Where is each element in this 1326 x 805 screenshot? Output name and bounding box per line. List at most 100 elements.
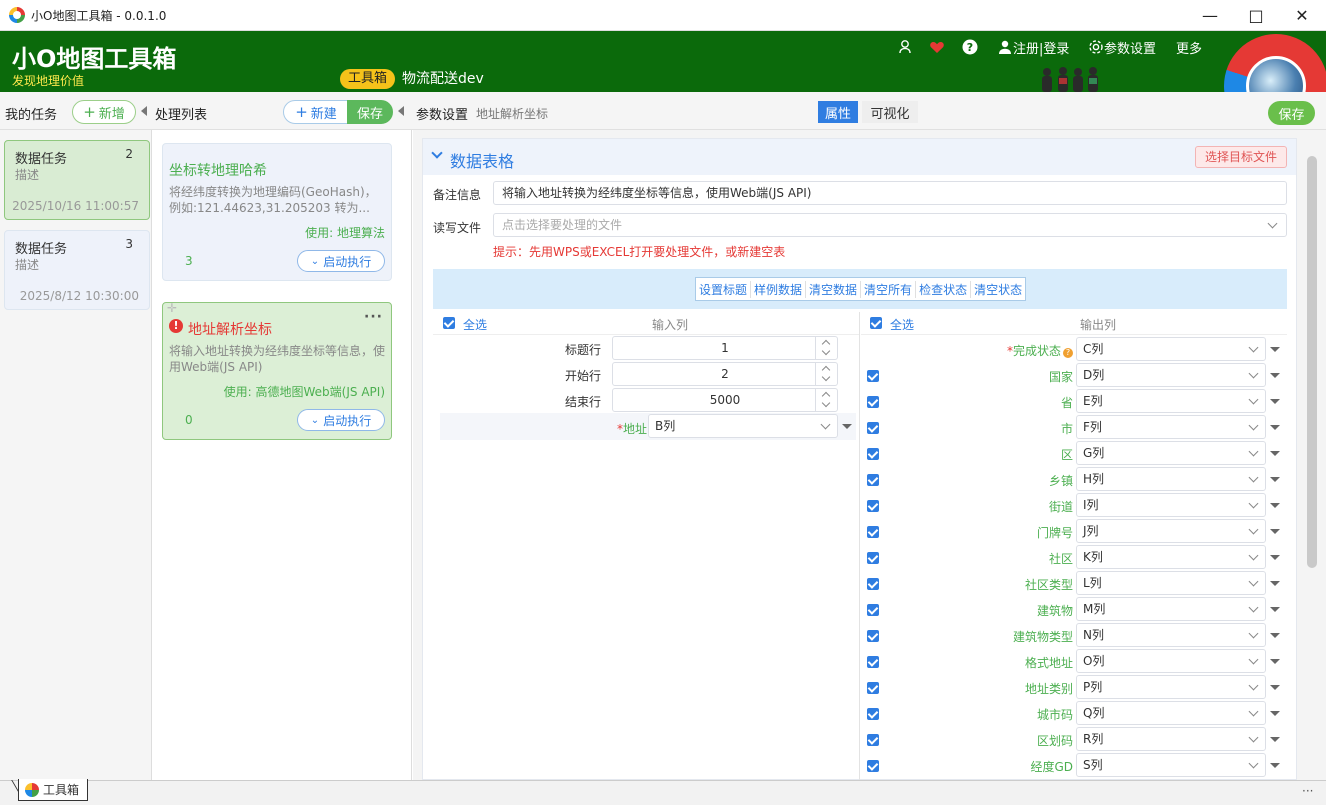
output-column-select[interactable]: J列 (1076, 519, 1266, 543)
close-icon[interactable]: ✕ (1279, 0, 1325, 31)
output-field-checkbox[interactable] (867, 760, 879, 772)
output-field-checkbox[interactable] (867, 734, 879, 746)
end-row-stepper[interactable]: 5000 (612, 388, 838, 412)
settings-button[interactable]: 参数设置 (1088, 37, 1156, 57)
dropdown-arrow-icon[interactable] (1270, 581, 1280, 586)
clear-data-button[interactable]: 清空数据 (805, 280, 860, 298)
output-field-checkbox[interactable] (867, 500, 879, 512)
process-card[interactable]: ✛ ··· ! 地址解析坐标 将输入地址转换为经纬度坐标等信息，使用Web端(J… (162, 301, 392, 440)
output-field-checkbox[interactable] (867, 708, 879, 720)
task-item[interactable]: 数据任务 3 描述 2025/8/12 10:30:00 (4, 230, 150, 310)
dropdown-arrow-icon[interactable] (1270, 633, 1280, 638)
tab-attributes[interactable]: 属性 (818, 101, 858, 123)
output-field-checkbox[interactable] (867, 682, 879, 694)
output-field-checkbox[interactable] (867, 422, 879, 434)
output-field-checkbox[interactable] (867, 630, 879, 642)
chevron-down-icon[interactable] (431, 147, 443, 159)
address-column-select[interactable]: B列 (648, 414, 838, 438)
dropdown-arrow-icon[interactable] (1270, 373, 1280, 378)
user-badge-icon[interactable] (897, 37, 913, 57)
dropdown-arrow-icon[interactable] (1270, 425, 1280, 430)
heart-icon[interactable] (929, 37, 945, 57)
check-status-button[interactable]: 检查状态 (915, 280, 970, 298)
toolbox-tag[interactable]: 工具箱 (340, 69, 396, 89)
stepper-arrows-icon[interactable] (815, 363, 837, 385)
clear-status-button[interactable]: 清空状态 (970, 280, 1025, 298)
dropdown-arrow-icon[interactable] (1270, 763, 1280, 768)
output-field-checkbox[interactable] (867, 370, 879, 382)
dropdown-arrow-icon[interactable] (1270, 451, 1280, 456)
output-column-select[interactable]: Q列 (1076, 701, 1266, 725)
collapse-process-icon[interactable] (398, 106, 404, 116)
output-column-select[interactable]: E列 (1076, 389, 1266, 413)
dropdown-arrow-icon[interactable] (842, 424, 852, 429)
output-field-checkbox[interactable] (867, 578, 879, 590)
scrollbar[interactable] (1307, 156, 1317, 568)
output-column-select[interactable]: N列 (1076, 623, 1266, 647)
status-column-select[interactable]: C列 (1076, 337, 1266, 361)
output-field-checkbox[interactable] (867, 526, 879, 538)
dropdown-arrow-icon[interactable] (1270, 399, 1280, 404)
dropdown-arrow-icon[interactable] (1270, 607, 1280, 612)
select-target-file-button[interactable]: 选择目标文件 (1195, 146, 1287, 168)
clear-all-button[interactable]: 清空所有 (860, 280, 915, 298)
title-row-stepper[interactable]: 1 (612, 336, 838, 360)
more-options-icon[interactable]: ··· (1302, 784, 1313, 798)
project-name[interactable]: 物流配送dev (402, 69, 484, 89)
help-icon[interactable]: ? (962, 37, 978, 57)
dropdown-arrow-icon[interactable] (1270, 685, 1280, 690)
tab-visualization[interactable]: 可视化 (862, 101, 918, 123)
toolbox-bottom-tab[interactable]: 工具箱 (18, 779, 88, 801)
output-column-select[interactable]: F列 (1076, 415, 1266, 439)
output-field-checkbox[interactable] (867, 604, 879, 616)
start-row-stepper[interactable]: 2 (612, 362, 838, 386)
process-card[interactable]: 坐标转地理哈希 将经纬度转换为地理编码(GeoHash)，例如:121.4462… (162, 143, 392, 281)
remark-input[interactable]: 将输入地址转换为经纬度坐标等信息，使用Web端(JS API) (493, 181, 1287, 205)
sample-data-button[interactable]: 样例数据 (750, 280, 805, 298)
output-column-select[interactable]: K列 (1076, 545, 1266, 569)
login-button[interactable]: 注册|登录 (997, 37, 1069, 57)
output-field-checkbox[interactable] (867, 656, 879, 668)
add-task-button[interactable]: + 新增 (72, 100, 136, 124)
select-all-input-checkbox[interactable] (443, 317, 455, 329)
output-column-select[interactable]: R列 (1076, 727, 1266, 751)
output-column-select[interactable]: D列 (1076, 363, 1266, 387)
dropdown-arrow-icon[interactable] (1270, 347, 1280, 352)
maximize-icon[interactable]: □ (1233, 0, 1279, 31)
start-run-button[interactable]: ⌄ 启动执行 (297, 409, 385, 431)
start-run-button[interactable]: ⌄ 启动执行 (297, 250, 385, 272)
output-field-checkbox[interactable] (867, 448, 879, 460)
stepper-arrows-icon[interactable] (815, 389, 837, 411)
output-column-select[interactable]: I列 (1076, 493, 1266, 517)
minimize-icon[interactable]: — (1187, 0, 1233, 31)
output-field-checkbox[interactable] (867, 552, 879, 564)
output-column-select[interactable]: L列 (1076, 571, 1266, 595)
drag-handle-icon[interactable]: ✛ (167, 301, 177, 315)
save-process-button[interactable]: 保存 (347, 100, 393, 124)
select-all-input-label[interactable]: 全选 (463, 316, 487, 333)
dropdown-arrow-icon[interactable] (1270, 737, 1280, 742)
stepper-arrows-icon[interactable] (815, 337, 837, 359)
output-field-checkbox[interactable] (867, 396, 879, 408)
new-process-button[interactable]: + 新建 (283, 100, 349, 124)
select-all-output-label[interactable]: 全选 (890, 316, 914, 333)
output-field-checkbox[interactable] (867, 474, 879, 486)
dropdown-arrow-icon[interactable] (1270, 555, 1280, 560)
output-column-select[interactable]: M列 (1076, 597, 1266, 621)
output-column-select[interactable]: G列 (1076, 441, 1266, 465)
section-header[interactable]: 数据表格 选择目标文件 (423, 139, 1296, 175)
output-column-select[interactable]: O列 (1076, 649, 1266, 673)
more-menu[interactable]: 更多 (1176, 37, 1202, 57)
dropdown-arrow-icon[interactable] (1270, 659, 1280, 664)
file-select[interactable]: 点击选择要处理的文件 (493, 213, 1287, 237)
select-all-output-checkbox[interactable] (870, 317, 882, 329)
dropdown-arrow-icon[interactable] (1270, 529, 1280, 534)
dropdown-arrow-icon[interactable] (1270, 503, 1280, 508)
set-title-button[interactable]: 设置标题 (696, 281, 750, 298)
dropdown-arrow-icon[interactable] (1270, 477, 1280, 482)
output-column-select[interactable]: H列 (1076, 467, 1266, 491)
output-column-select[interactable]: S列 (1076, 753, 1266, 777)
task-item[interactable]: 数据任务 2 描述 2025/10/16 11:00:57 (4, 140, 150, 220)
collapse-tasks-icon[interactable] (141, 106, 147, 116)
more-options-icon[interactable]: ··· (364, 309, 383, 325)
